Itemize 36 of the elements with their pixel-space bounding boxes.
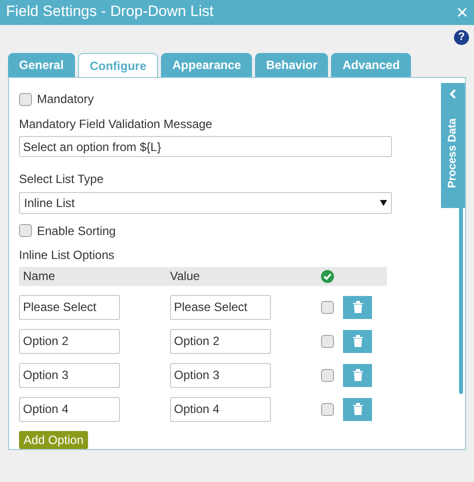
mandatory-checkbox[interactable] — [19, 92, 32, 106]
name-input[interactable]: Please Select — [19, 294, 120, 320]
checkbox-label: Mandatory — [37, 91, 94, 108]
trash-icon — [352, 301, 362, 314]
help-icon[interactable]: ? — [454, 30, 469, 45]
list-type-select[interactable]: Inline List — [19, 192, 392, 214]
chevron-left-icon — [449, 89, 457, 99]
row-checkbox[interactable] — [321, 402, 334, 416]
delete-button[interactable] — [343, 330, 372, 353]
delete-button[interactable] — [343, 296, 372, 319]
window-title: Field Settings - Drop-Down List — [6, 2, 214, 22]
dropdown-caret-icon — [380, 200, 387, 206]
row-checkbox[interactable] — [321, 368, 334, 382]
trash-icon — [352, 403, 362, 416]
check-circle-icon — [321, 270, 334, 283]
name-input[interactable]: Option 4 — [19, 396, 120, 422]
trash-icon — [352, 335, 362, 348]
sorting-checkbox[interactable] — [19, 224, 32, 238]
row-checkbox[interactable] — [321, 300, 334, 314]
value-input[interactable]: Option 4 — [170, 396, 271, 422]
column-header: Name — [23, 268, 56, 286]
value-input[interactable]: Option 3 — [170, 362, 271, 388]
section-label: Inline List Options — [19, 246, 116, 264]
row-checkbox[interactable] — [321, 334, 334, 348]
delete-button[interactable] — [343, 364, 372, 387]
field-label: Mandatory Field Validation Message — [19, 116, 214, 133]
column-header: Value — [170, 268, 201, 286]
name-input[interactable]: Option 2 — [19, 328, 120, 354]
message-input[interactable]: Select an option from ${L} — [19, 136, 392, 158]
value-input[interactable]: Please Select — [170, 294, 271, 320]
field-label: Select List Type — [19, 171, 104, 188]
trash-icon — [352, 369, 362, 382]
name-input[interactable]: Option 3 — [19, 362, 120, 388]
value-input[interactable]: Option 2 — [170, 328, 271, 354]
delete-button[interactable] — [343, 398, 372, 421]
checkbox-label: Enable Sorting — [37, 222, 116, 240]
